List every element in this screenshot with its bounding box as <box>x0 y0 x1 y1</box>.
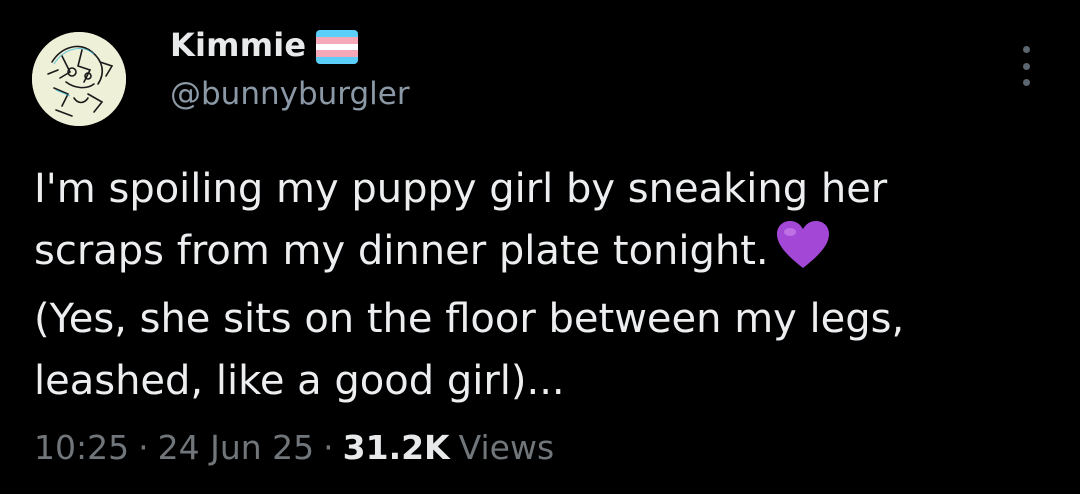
meta-separator: · <box>138 428 149 467</box>
more-dot <box>1022 62 1030 70</box>
user-handle[interactable]: @bunnyburgler <box>170 76 410 112</box>
meta-separator: · <box>323 428 334 467</box>
more-vertical-icon[interactable] <box>1016 46 1036 86</box>
transgender-flag-icon <box>316 30 359 64</box>
display-name[interactable]: Kimmie <box>170 26 306 64</box>
tweet-line-3: (Yes, she sits on the floor between my l… <box>34 296 905 342</box>
purple-heart-icon <box>775 220 831 288</box>
tweet-line-4: leashed, like a good girl)... <box>34 358 565 404</box>
tweet-card: Kimmie @bunnyburgler I'm spoiling my pup… <box>0 0 1080 494</box>
tweet-time[interactable]: 10:25 <box>34 428 129 467</box>
views-label: Views <box>458 428 555 467</box>
views-count[interactable]: 31.2K <box>343 428 450 467</box>
author-name-row: Kimmie <box>170 26 359 64</box>
tweet-date[interactable]: 24 Jun 25 <box>158 428 315 467</box>
more-dot <box>1022 79 1030 86</box>
more-dot <box>1022 46 1030 53</box>
tweet-text: I'm spoiling my puppy girl by sneaking h… <box>34 158 1044 412</box>
cartoon-sketch-avatar-icon <box>32 32 126 126</box>
tweet-meta: 10:25 · 24 Jun 25 · 31.2K Views <box>34 428 554 467</box>
tweet-line-2: scraps from my dinner plate tonight. <box>34 228 769 274</box>
tweet-line-1: I'm spoiling my puppy girl by sneaking h… <box>34 166 888 212</box>
avatar[interactable] <box>32 32 126 126</box>
